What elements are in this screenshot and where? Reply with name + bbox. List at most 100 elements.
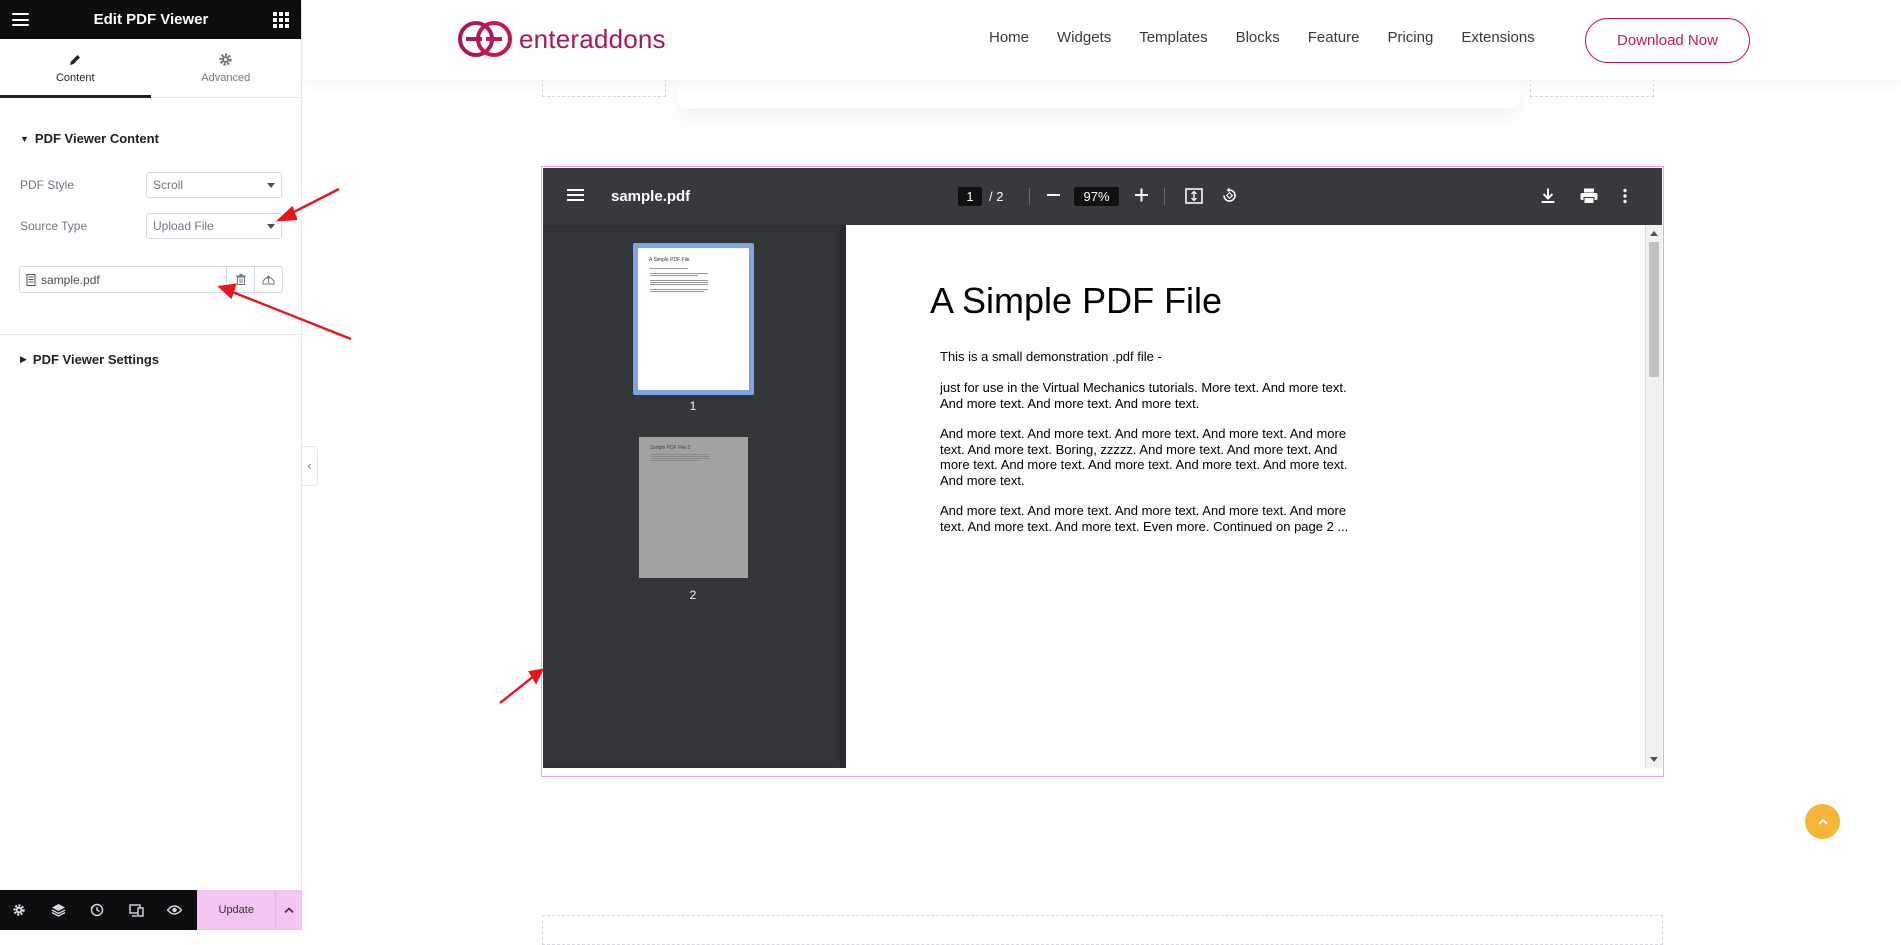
- document-paragraph: This is a small demonstration .pdf file …: [940, 349, 1162, 364]
- file-name: sample.pdf: [41, 272, 100, 287]
- document-paragraph: just for use in the Virtual Mechanics tu…: [940, 380, 1347, 411]
- thumbnail-page-1[interactable]: A Simple PDF File: [633, 243, 754, 395]
- layers-icon: [51, 904, 66, 917]
- pencil-icon: [70, 54, 81, 65]
- delete-file-button[interactable]: [226, 267, 254, 292]
- responsive-mode-button[interactable]: [117, 890, 156, 930]
- download-now-button[interactable]: Download Now: [1585, 18, 1750, 63]
- zoom-select[interactable]: 97%: [1074, 187, 1119, 206]
- history-button[interactable]: [78, 890, 117, 930]
- settings-button[interactable]: [0, 890, 39, 930]
- download-pdf-button[interactable]: [1541, 188, 1555, 204]
- preview-button[interactable]: [156, 890, 195, 930]
- dropdown-arrow-icon: [267, 182, 275, 188]
- site-logo[interactable]: enteraddons: [456, 20, 666, 58]
- rotate-button[interactable]: [1221, 187, 1238, 204]
- sidebar-resizer[interactable]: [840, 225, 846, 768]
- thumbnail-text-line: [650, 273, 708, 274]
- more-options-button[interactable]: [1623, 188, 1627, 204]
- nav-widgets[interactable]: Widgets: [1057, 29, 1111, 46]
- panel-title: Edit PDF Viewer: [93, 11, 209, 28]
- enteraddons-logo-icon: [458, 21, 512, 57]
- page-total: / 2: [989, 189, 1004, 204]
- thumbnail-sheet: A Simple PDF File: [638, 248, 749, 390]
- collapse-panel-handle[interactable]: ‹: [302, 446, 318, 486]
- update-button[interactable]: Update: [197, 890, 276, 930]
- scroll-down-arrow-icon[interactable]: [1650, 757, 1658, 762]
- document-paragraph: And more text. And more text. And more t…: [940, 426, 1348, 488]
- nav-home[interactable]: Home: [989, 29, 1029, 46]
- print-button[interactable]: [1580, 188, 1598, 204]
- upload-file-button[interactable]: [254, 267, 282, 292]
- chevron-up-icon: [1817, 818, 1828, 825]
- scrollbar-thumb[interactable]: [1649, 242, 1659, 377]
- nav-templates[interactable]: Templates: [1139, 29, 1207, 46]
- panel-header: Edit PDF Viewer: [0, 0, 301, 39]
- document-title: A Simple PDF File: [930, 280, 1223, 321]
- toolbar-separator: [1029, 188, 1030, 205]
- page-fit-button[interactable]: [1185, 188, 1203, 204]
- caret-right-icon: ▶: [20, 354, 27, 364]
- tab-content[interactable]: Content: [0, 39, 151, 98]
- thumbnail-text-line: [651, 458, 709, 459]
- empty-column-placeholder: [542, 78, 666, 97]
- gear-icon: [219, 53, 232, 66]
- chevron-left-icon: ‹: [307, 459, 312, 473]
- file-upload-field[interactable]: sample.pdf: [19, 266, 283, 293]
- tab-advanced[interactable]: Advanced: [151, 39, 302, 97]
- pdf-page[interactable]: A Simple PDF File This is a small demons…: [847, 225, 1644, 768]
- section-pdf-viewer-content[interactable]: ▼ PDF Viewer Content: [0, 131, 179, 146]
- zoom-in-button[interactable]: [1135, 188, 1148, 202]
- history-icon: [90, 903, 104, 917]
- thumbnail-sheet: Simple PDF File 2: [639, 437, 748, 578]
- thumbnail-text-line: [650, 282, 708, 283]
- thumbnail-text-line: [650, 268, 688, 269]
- pdf-viewer-widget[interactable]: sample.pdf 1 / 2 97% A Simple PDF File 1…: [541, 166, 1664, 777]
- zoom-out-button[interactable]: [1047, 188, 1060, 202]
- pdf-file-title: sample.pdf: [611, 188, 691, 205]
- navigator-button[interactable]: [39, 890, 78, 930]
- more-vertical-icon: [1623, 188, 1627, 204]
- pdf-style-label: PDF Style: [20, 178, 75, 192]
- panel-tabs: Content Advanced: [0, 39, 301, 98]
- thumbnail-page-2[interactable]: Simple PDF File 2: [639, 437, 748, 578]
- fit-page-icon: [1185, 188, 1203, 204]
- thumbnail-title: Simple PDF File 2: [650, 445, 691, 451]
- back-to-top-button[interactable]: [1805, 804, 1840, 839]
- upload-cloud-icon: [262, 274, 275, 284]
- thumbnail-text-line: [651, 456, 709, 457]
- section-title-label: PDF Viewer Settings: [32, 352, 160, 367]
- section-title-label: PDF Viewer Content: [34, 131, 159, 146]
- logo-text: enteraddons: [519, 23, 666, 54]
- editor-panel: Edit PDF Viewer Content Advanced ▼ PDF V…: [0, 0, 303, 930]
- pdf-style-select[interactable]: Scroll: [146, 172, 282, 198]
- nav-blocks[interactable]: Blocks: [1236, 29, 1280, 46]
- toolbar-separator: [1164, 188, 1165, 205]
- page-number-input[interactable]: 1: [958, 187, 982, 206]
- widgets-grid-icon[interactable]: [272, 11, 289, 28]
- caret-down-icon: ▼: [20, 133, 29, 144]
- responsive-icon: [128, 903, 144, 917]
- tab-content-label: Content: [55, 71, 95, 84]
- pdf-vertical-scrollbar[interactable]: [1645, 225, 1662, 768]
- thumbnail-text-line: [650, 289, 708, 290]
- nav-extensions[interactable]: Extensions: [1461, 29, 1534, 46]
- source-type-control: Source Type Upload File: [20, 213, 282, 239]
- hamburger-menu-icon[interactable]: [12, 13, 29, 26]
- chevron-up-icon: [284, 907, 294, 913]
- toggle-sidebar-button[interactable]: [567, 188, 584, 202]
- thumbnail-text-line: [650, 280, 708, 281]
- trash-icon: [235, 274, 246, 285]
- nav-pricing[interactable]: Pricing: [1387, 29, 1433, 46]
- update-options-button[interactable]: [275, 890, 303, 930]
- section-pdf-viewer-settings[interactable]: ▶ PDF Viewer Settings: [0, 352, 179, 367]
- panel-footer: Update: [0, 890, 303, 930]
- scroll-up-arrow-icon[interactable]: [1650, 231, 1658, 236]
- thumbnail-title: A Simple PDF File: [649, 257, 690, 263]
- thumbnail-text-line: [650, 275, 698, 276]
- source-type-select[interactable]: Upload File: [146, 213, 282, 239]
- empty-section-placeholder: [542, 915, 1663, 945]
- nav-feature[interactable]: Feature: [1308, 29, 1360, 46]
- thumbnail-text-line: [650, 291, 704, 292]
- pdf-toolbar: sample.pdf 1 / 2 97%: [543, 168, 1662, 225]
